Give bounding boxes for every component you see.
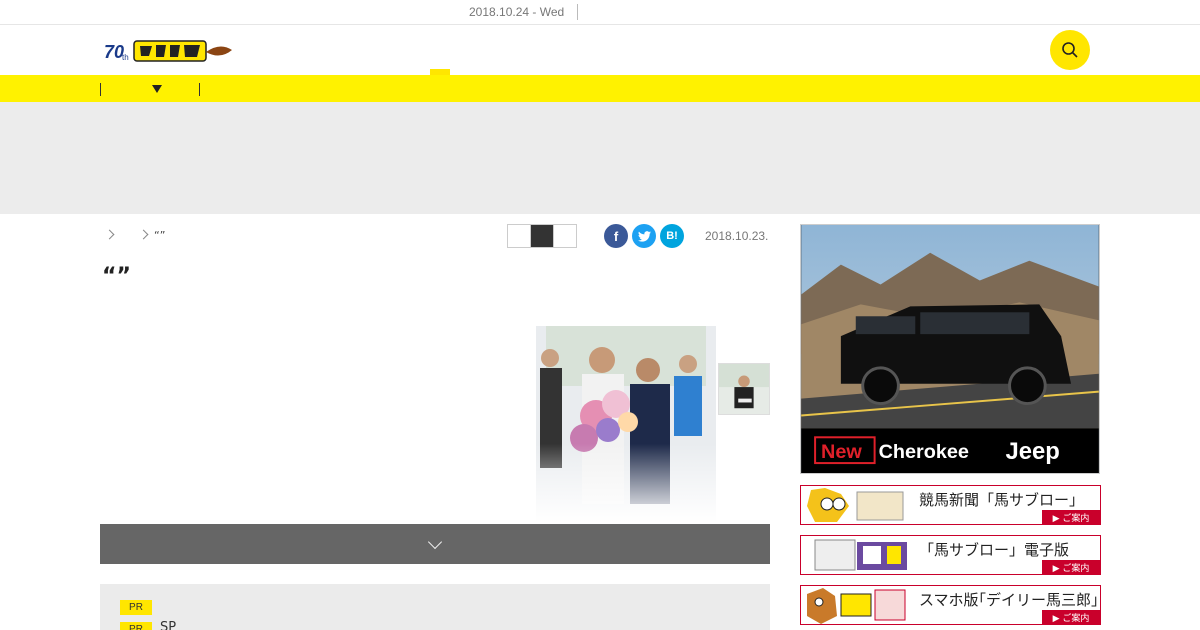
hatena-bookmark-button[interactable]: B!: [660, 224, 684, 248]
smartphone-umasaburo-banner[interactable]: スマホ版｢デイリー馬三郎｣ ▶ ご案内: [800, 585, 1101, 625]
search-button[interactable]: [1050, 30, 1090, 70]
font-size-toggle[interactable]: [507, 224, 577, 248]
banner-guide-button[interactable]: ▶ ご案内: [1042, 560, 1100, 574]
jeep-cherokee-ad[interactable]: New Cherokee Jeep: [800, 224, 1100, 474]
article-main-photo[interactable]: [536, 326, 716, 522]
breadcrumb-chevron-icon: [104, 229, 115, 240]
date-divider: [577, 4, 578, 20]
site-logo[interactable]: 70 th: [104, 38, 234, 64]
pr-tag: PR: [120, 622, 152, 630]
nav-divider: [100, 83, 101, 96]
site-header: 70 th: [0, 25, 1200, 75]
newspaper-icon: [801, 536, 913, 574]
ad-brand: Jeep: [1006, 438, 1060, 465]
chevron-down-icon: [427, 534, 443, 549]
top-ad-area: [0, 102, 1200, 214]
search-icon: [1062, 42, 1078, 58]
pr-section: PR PR SP: [100, 584, 770, 630]
banner-guide-button[interactable]: ▶ ご案内: [1042, 510, 1100, 524]
svg-text:th: th: [122, 53, 129, 62]
article-date: 2018.10.23.: [705, 229, 769, 243]
facebook-share-button[interactable]: f: [604, 224, 628, 248]
banner-guide-button[interactable]: ▶ ご案内: [1042, 610, 1100, 624]
top-date-bar: 2018.10.24 - Wed: [0, 0, 1200, 25]
article-title: “”: [102, 264, 131, 289]
twitter-icon: [637, 230, 651, 242]
banner-title: 「馬サブロー」電子版: [919, 541, 1070, 559]
ad-new-label: New: [821, 441, 862, 463]
article-thumbnail[interactable]: [718, 363, 770, 415]
current-date: 2018.10.24 - Wed: [469, 5, 565, 19]
pr-link[interactable]: SP: [160, 620, 176, 630]
nav-divider: [199, 83, 200, 96]
horse-mascot-icon: [801, 586, 913, 624]
main-content: “” f B! 2018.10.23. “” PR PR SP New Cher…: [0, 214, 1200, 630]
nav-dropdown-caret-icon[interactable]: [152, 85, 162, 93]
breadcrumb-chevron-icon: [138, 229, 149, 240]
pr-tag: PR: [120, 600, 152, 615]
banner-title: スマホ版｢デイリー馬三郎｣: [919, 591, 1099, 609]
read-more-button[interactable]: [100, 524, 770, 564]
toggle-option[interactable]: [554, 225, 576, 247]
horse-mascot-icon: [801, 486, 913, 524]
breadcrumb-current: “”: [154, 229, 166, 242]
ad-model-name: Cherokee: [879, 441, 969, 463]
toggle-option-active[interactable]: [531, 225, 554, 247]
banner-title: 競馬新聞「馬サブロー」: [919, 491, 1085, 509]
umasaburo-digital-banner[interactable]: 「馬サブロー」電子版 ▶ ご案内: [800, 535, 1101, 575]
umasaburo-banner[interactable]: 競馬新聞「馬サブロー」 ▶ ご案内: [800, 485, 1101, 525]
twitter-share-button[interactable]: [632, 224, 656, 248]
toggle-option[interactable]: [508, 225, 531, 247]
main-nav: [0, 75, 1200, 102]
